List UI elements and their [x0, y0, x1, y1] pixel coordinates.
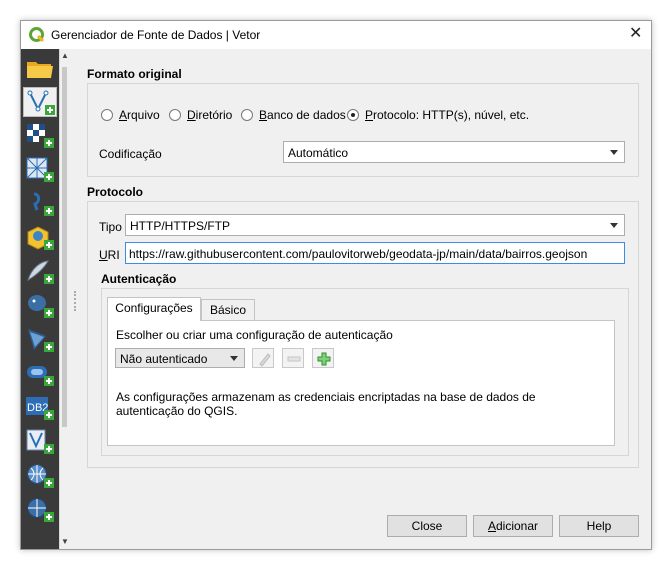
- geopackage-icon: [27, 226, 54, 250]
- radio-protocol[interactable]: Protocolo: HTTP(s), núvel, etc.: [347, 108, 529, 122]
- auth-config-select[interactable]: Não autenticado: [115, 348, 245, 368]
- sidebar-item-wfs[interactable]: [23, 495, 57, 525]
- uri-value: https://raw.githubusercontent.com/paulov…: [129, 247, 588, 261]
- wfs-icon: [27, 498, 54, 522]
- add-button[interactable]: Adicionar: [473, 515, 553, 537]
- spatialite-icon: [27, 260, 54, 284]
- tab-configurations[interactable]: Configurações: [107, 297, 201, 321]
- encoding-select[interactable]: Automático: [283, 141, 625, 163]
- encoding-value: Automático: [288, 146, 349, 160]
- protocol-type-label: Tipo: [99, 220, 122, 234]
- sidebar-item-mssql[interactable]: [23, 325, 57, 355]
- scrollbar-thumb[interactable]: [62, 67, 67, 427]
- radio-database[interactable]: Banco de dados: [241, 108, 346, 122]
- scroll-down-arrow-icon[interactable]: ▼: [61, 537, 69, 546]
- uri-input[interactable]: https://raw.githubusercontent.com/paulov…: [125, 242, 625, 264]
- raster-layer-icon: [27, 124, 54, 148]
- db2-icon: DB2: [26, 397, 54, 420]
- mssql-icon: [28, 329, 54, 352]
- sidebar-item-vector[interactable]: [23, 87, 57, 117]
- qgis-logo-icon: [29, 27, 45, 43]
- data-source-manager-window: Gerenciador de Fonte de Dados | Vetor ✕: [20, 20, 652, 550]
- sidebar-item-geopackage[interactable]: [23, 223, 57, 253]
- oracle-icon: [27, 366, 54, 386]
- sidebar-item-delimited-text[interactable]: [23, 189, 57, 219]
- radio-directory[interactable]: Diretório: [169, 108, 232, 122]
- close-button[interactable]: Close: [387, 515, 467, 537]
- radio-dot: [101, 109, 113, 121]
- protocol-type-value: HTTP/HTTPS/FTP: [130, 219, 230, 233]
- sidebar-item-wms[interactable]: [23, 461, 57, 491]
- radio-file[interactable]: Arquivo: [101, 108, 160, 122]
- delimited-text-icon: [33, 192, 54, 216]
- auth-config-value: Não autenticado: [120, 352, 208, 366]
- auth-title: Autenticação: [101, 272, 177, 286]
- source-type-title: Formato original: [87, 67, 182, 81]
- sidebar-item-browser[interactable]: [23, 53, 57, 83]
- protocol-type-select[interactable]: HTTP/HTTPS/FTP: [125, 214, 625, 236]
- edit-config-button[interactable]: [252, 348, 274, 368]
- encoding-label: Codificação: [99, 147, 162, 161]
- sidebar-scrollbar[interactable]: ▲ ▼: [59, 49, 69, 549]
- vector-layer-icon: [27, 90, 55, 115]
- pencil-icon: [259, 353, 271, 367]
- radio-database-label: Banco de dados: [259, 108, 346, 122]
- virtual-layer-icon: [26, 429, 54, 454]
- scroll-up-arrow-icon[interactable]: ▲: [61, 51, 69, 60]
- help-button[interactable]: Help: [559, 515, 639, 537]
- title-bar: Gerenciador de Fonte de Dados | Vetor ✕: [21, 21, 651, 49]
- sidebar-item-spatialite[interactable]: [23, 257, 57, 287]
- minus-icon: [287, 356, 301, 362]
- close-icon: ✕: [629, 25, 643, 42]
- sidebar-item-db2[interactable]: DB2: [23, 393, 57, 423]
- chevron-down-icon: [610, 150, 618, 155]
- radio-protocol-label: Protocolo: HTTP(s), núvel, etc.: [365, 108, 530, 122]
- chevron-down-icon: [230, 356, 238, 361]
- tab-basic[interactable]: Básico: [201, 299, 255, 321]
- radio-dot: [241, 109, 253, 121]
- folder-icon: [27, 62, 53, 78]
- mesh-layer-icon: [26, 157, 54, 182]
- window-title: Gerenciador de Fonte de Dados | Vetor: [51, 28, 261, 42]
- radio-directory-label: Diretório: [187, 108, 233, 122]
- postgis-icon: [28, 295, 54, 318]
- sidebar-item-virtual-layer[interactable]: [23, 427, 57, 457]
- radio-file-label: Arquivo: [119, 108, 160, 122]
- auth-note: As configurações armazenam as credenciai…: [116, 390, 536, 418]
- radio-dot: [169, 109, 181, 121]
- close-window-button[interactable]: ✕: [623, 21, 651, 49]
- sidebar-item-postgis[interactable]: [23, 291, 57, 321]
- plus-icon: [317, 352, 331, 366]
- uri-label: URI: [99, 248, 120, 262]
- sidebar-item-mesh[interactable]: [23, 155, 57, 185]
- sidebar-item-raster[interactable]: [23, 121, 57, 151]
- splitter-handle[interactable]: [74, 291, 78, 311]
- radio-dot-selected: [347, 109, 359, 121]
- sidebar-item-oracle[interactable]: [23, 359, 57, 389]
- add-config-button[interactable]: [312, 348, 334, 368]
- auth-prompt: Escolher ou criar uma configuração de au…: [116, 328, 393, 342]
- wms-icon: [27, 464, 54, 488]
- source-sidebar: DB2: [21, 49, 59, 549]
- remove-config-button[interactable]: [282, 348, 304, 368]
- protocol-title: Protocolo: [87, 185, 143, 199]
- chevron-down-icon: [610, 223, 618, 228]
